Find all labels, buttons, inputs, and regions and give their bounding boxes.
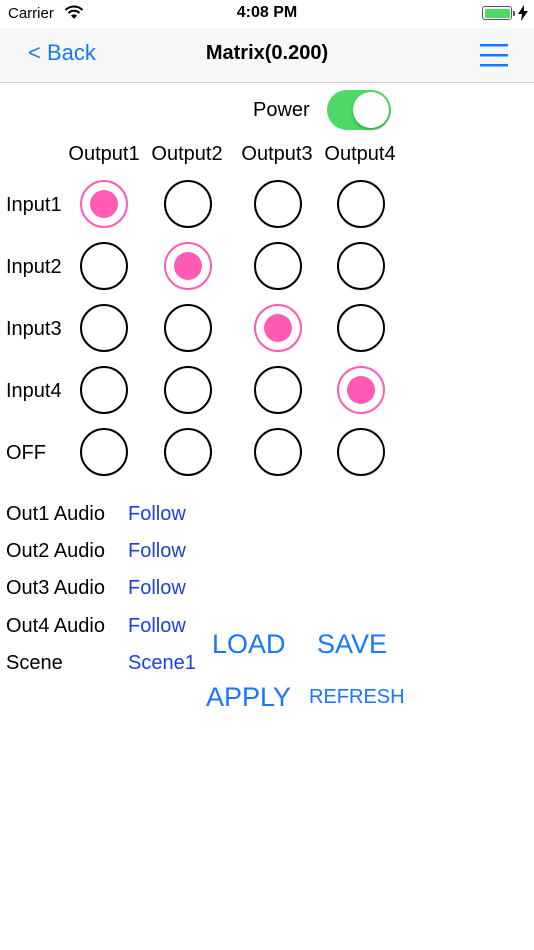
- column-header-output2: Output2: [151, 143, 223, 165]
- status-bar: Carrier 4:08 PM: [0, 0, 534, 28]
- radio-input4-output3[interactable]: [254, 366, 302, 414]
- out4-audio-value[interactable]: Follow: [128, 615, 186, 638]
- column-header-output4: Output4: [324, 143, 396, 165]
- radio-input4-output2[interactable]: [164, 366, 212, 414]
- power-toggle[interactable]: [327, 90, 391, 130]
- out4-audio-label: Out4 Audio: [6, 615, 105, 637]
- column-header-output3: Output3: [241, 143, 313, 165]
- radio-input1-output2[interactable]: [164, 180, 212, 228]
- radio-input4-output1[interactable]: [80, 366, 128, 414]
- radio-input3-output2[interactable]: [164, 304, 212, 352]
- out1-audio-value[interactable]: Follow: [128, 503, 186, 526]
- scene-label: Scene: [6, 652, 63, 674]
- out3-audio-label: Out3 Audio: [6, 577, 105, 599]
- out1-audio-label: Out1 Audio: [6, 503, 105, 525]
- page-title: Matrix(0.200): [205, 42, 329, 64]
- load-button[interactable]: LOAD: [212, 629, 286, 660]
- radio-input1-output1[interactable]: [80, 180, 128, 228]
- row-label-input1: Input1: [6, 194, 62, 216]
- save-button[interactable]: SAVE: [317, 629, 387, 660]
- row-label-input3: Input3: [6, 318, 62, 340]
- radio-off-output4[interactable]: [337, 428, 385, 476]
- radio-input1-output3[interactable]: [254, 180, 302, 228]
- clock: 4:08 PM: [236, 4, 298, 21]
- radio-input3-output3[interactable]: [254, 304, 302, 352]
- radio-input2-output1[interactable]: [80, 242, 128, 290]
- radio-input2-output2[interactable]: [164, 242, 212, 290]
- scene-value[interactable]: Scene1: [128, 652, 196, 675]
- charging-icon: [518, 5, 528, 21]
- column-header-output1: Output1: [68, 143, 140, 165]
- out2-audio-label: Out2 Audio: [6, 540, 105, 562]
- power-label: Power: [253, 99, 310, 121]
- apply-button[interactable]: APPLY: [206, 682, 291, 713]
- refresh-button[interactable]: REFRESH: [309, 686, 405, 709]
- out3-audio-value[interactable]: Follow: [128, 577, 186, 600]
- radio-input3-output1[interactable]: [80, 304, 128, 352]
- radio-off-output2[interactable]: [164, 428, 212, 476]
- radio-input2-output4[interactable]: [337, 242, 385, 290]
- radio-input4-output4[interactable]: [337, 366, 385, 414]
- hamburger-menu-icon[interactable]: [478, 41, 510, 69]
- row-label-input2: Input2: [6, 256, 62, 278]
- row-label-input4: Input4: [6, 380, 62, 402]
- out2-audio-value[interactable]: Follow: [128, 540, 186, 563]
- radio-off-output1[interactable]: [80, 428, 128, 476]
- row-label-off: OFF: [6, 442, 46, 464]
- radio-input2-output3[interactable]: [254, 242, 302, 290]
- battery-icon: [482, 6, 515, 20]
- radio-off-output3[interactable]: [254, 428, 302, 476]
- radio-input3-output4[interactable]: [337, 304, 385, 352]
- radio-input1-output4[interactable]: [337, 180, 385, 228]
- navigation-bar: < Back Matrix(0.200): [0, 28, 534, 83]
